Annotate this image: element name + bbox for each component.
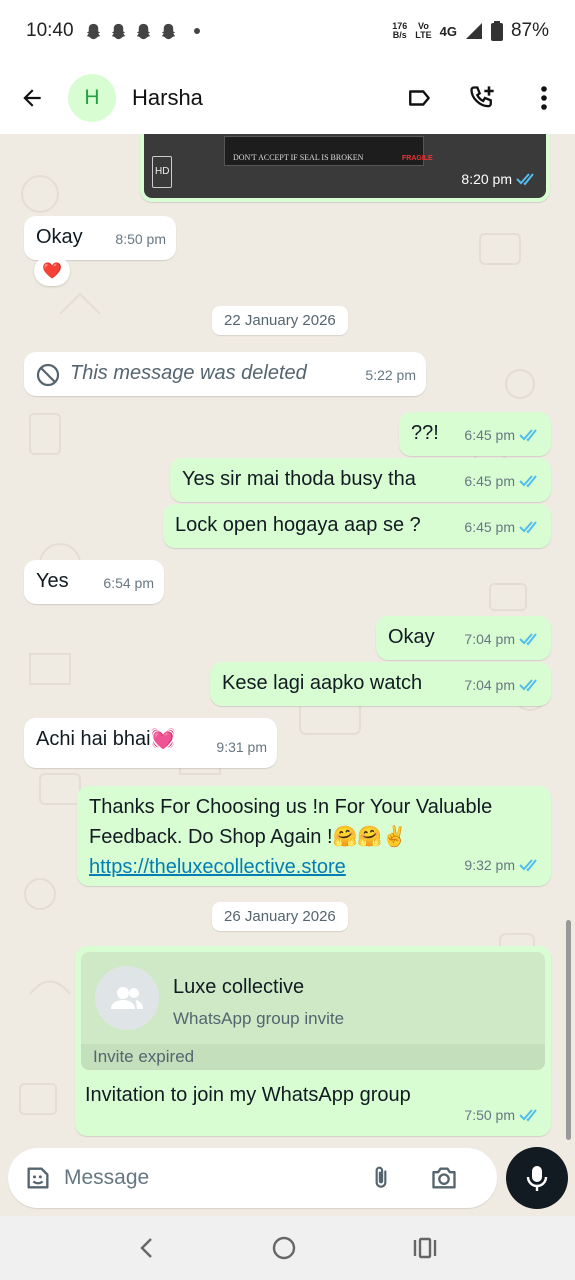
message-text: Achi hai bhai💓 — [36, 728, 176, 750]
snapchat-notification-icon — [161, 23, 175, 39]
invite-expired-label: Invite expired — [81, 1044, 545, 1070]
seal-warning-text: DON'T ACCEPT IF SEAL IS BROKEN — [233, 153, 364, 162]
message-time: 7:50 pm — [464, 1107, 515, 1123]
heart-reaction-icon: ❤️ — [42, 263, 62, 280]
chat-header: H Harsha — [0, 62, 575, 134]
contact-avatar[interactable]: H — [68, 74, 116, 122]
sticker-icon[interactable] — [24, 1164, 52, 1192]
read-receipt-icon — [519, 1109, 537, 1122]
more-options-button[interactable] — [513, 62, 575, 134]
nav-back-icon[interactable] — [137, 1236, 157, 1260]
message-text: ??! — [411, 422, 439, 444]
invite-subtitle: WhatsApp group invite — [173, 1009, 345, 1028]
message-outgoing[interactable]: Yes sir mai thoda busy tha 6:45 pm — [170, 458, 551, 502]
message-time: 7:04 pm — [464, 631, 515, 647]
chat-messages[interactable]: DON'T ACCEPT IF SEAL IS BROKEN FRAGILE H… — [0, 134, 575, 1144]
back-button[interactable] — [0, 62, 64, 134]
read-receipt-icon — [519, 521, 537, 534]
more-vertical-icon — [541, 86, 547, 110]
system-navigation-bar — [0, 1216, 575, 1280]
attach-icon[interactable] — [368, 1164, 394, 1192]
message-time: 6:45 pm — [464, 427, 515, 443]
message-input-container — [8, 1148, 497, 1208]
signal-icon — [465, 23, 482, 39]
message-text: Yes — [36, 570, 69, 592]
image-thumbnail[interactable]: DON'T ACCEPT IF SEAL IS BROKEN FRAGILE H… — [144, 134, 546, 198]
image-message[interactable]: DON'T ACCEPT IF SEAL IS BROKEN FRAGILE H… — [140, 134, 550, 202]
hd-badge: HD — [152, 156, 173, 188]
voice-record-button[interactable] — [506, 1147, 568, 1209]
package-label: DON'T ACCEPT IF SEAL IS BROKEN — [224, 136, 424, 166]
message-input[interactable] — [64, 1166, 354, 1190]
date-separator: 26 January 2026 — [212, 902, 348, 931]
message-outgoing[interactable]: Okay 7:04 pm — [376, 616, 551, 660]
composer — [0, 1144, 575, 1216]
read-receipt-icon — [519, 429, 537, 442]
message-outgoing[interactable]: Thanks For Choosing us !n For Your Valua… — [77, 786, 551, 886]
more-notifications-dot — [193, 28, 200, 34]
deleted-message[interactable]: This message was deleted 5:22 pm — [24, 352, 426, 396]
message-text: This message was deleted — [70, 362, 307, 384]
net-speed: 176 B/s — [392, 22, 407, 40]
net-speed-unit: B/s — [392, 30, 407, 40]
volte-bottom: LTE — [415, 30, 432, 40]
nav-recents-icon[interactable] — [412, 1237, 438, 1259]
message-incoming[interactable]: Achi hai bhai💓 9:31 pm — [24, 718, 277, 768]
message-text: Okay — [36, 226, 83, 248]
microphone-icon — [526, 1166, 548, 1191]
battery-percent: 87% — [510, 20, 549, 41]
snapchat-notification-icon — [136, 23, 150, 39]
message-text-line: Feedback. Do Shop Again !🤗🤗✌️ — [89, 826, 408, 848]
read-receipt-icon — [519, 475, 537, 488]
contact-name[interactable]: Harsha — [132, 85, 203, 111]
message-time: 9:32 pm — [464, 857, 515, 873]
read-receipt-icon — [519, 679, 537, 692]
message-text-line: Thanks For Choosing us !n For Your Valua… — [89, 796, 493, 818]
message-time: 8:50 pm — [115, 231, 166, 247]
network-type: 4G — [439, 23, 457, 39]
message-time: 9:31 pm — [216, 739, 267, 755]
message-outgoing[interactable]: ??! 6:45 pm — [399, 412, 551, 456]
add-call-button[interactable] — [451, 62, 513, 134]
read-receipt-icon — [519, 859, 537, 872]
label-icon — [409, 90, 430, 106]
back-arrow-icon — [23, 89, 41, 107]
snapchat-notification-icon — [111, 23, 125, 39]
message-outgoing[interactable]: Kese lagi aapko watch 7:04 pm — [210, 662, 551, 706]
group-avatar — [95, 966, 159, 1030]
invite-card[interactable]: Luxe collective WhatsApp group invite In… — [81, 952, 545, 1070]
message-time: 5:22 pm — [365, 367, 416, 383]
group-icon — [111, 987, 143, 1009]
reaction-badge[interactable]: ❤️ — [34, 256, 70, 286]
group-invite-message[interactable]: Luxe collective WhatsApp group invite In… — [75, 946, 551, 1136]
message-time: 6:54 pm — [103, 575, 154, 591]
message-text: Lock open hogaya aap se ? — [175, 514, 421, 536]
message-outgoing[interactable]: Lock open hogaya aap se ? 6:45 pm — [163, 504, 551, 548]
nav-home-icon[interactable] — [271, 1235, 297, 1261]
status-time: 10:40 — [26, 20, 74, 41]
message-time: 6:45 pm — [464, 519, 515, 535]
message-text: Kese lagi aapko watch — [222, 672, 423, 694]
message-incoming[interactable]: Okay 8:50 pm — [24, 216, 176, 260]
read-receipt-icon — [516, 173, 534, 186]
chat-scrollbar[interactable] — [566, 920, 571, 1140]
battery-icon — [490, 21, 503, 41]
date-separator: 22 January 2026 — [212, 306, 348, 335]
message-time: 8:20 pm — [461, 171, 512, 187]
add-call-icon — [470, 86, 494, 108]
message-time: 6:45 pm — [464, 473, 515, 489]
invite-group-name: Luxe collective — [173, 976, 305, 998]
message-text: Yes sir mai thoda busy tha — [182, 468, 416, 490]
snapchat-notification-icon — [86, 23, 100, 39]
status-bar: 10:40 176 B/s Vo LTE 4G 87% — [0, 0, 575, 62]
read-receipt-icon — [519, 633, 537, 646]
message-time: 7:04 pm — [464, 677, 515, 693]
camera-icon[interactable] — [430, 1165, 458, 1191]
volte-indicator: Vo LTE — [415, 22, 431, 40]
fragile-label: FRAGILE — [402, 155, 433, 162]
message-text: Okay — [388, 626, 435, 648]
message-incoming[interactable]: Yes 6:54 pm — [24, 560, 164, 604]
blocked-icon — [36, 363, 60, 387]
label-button[interactable] — [389, 62, 451, 134]
